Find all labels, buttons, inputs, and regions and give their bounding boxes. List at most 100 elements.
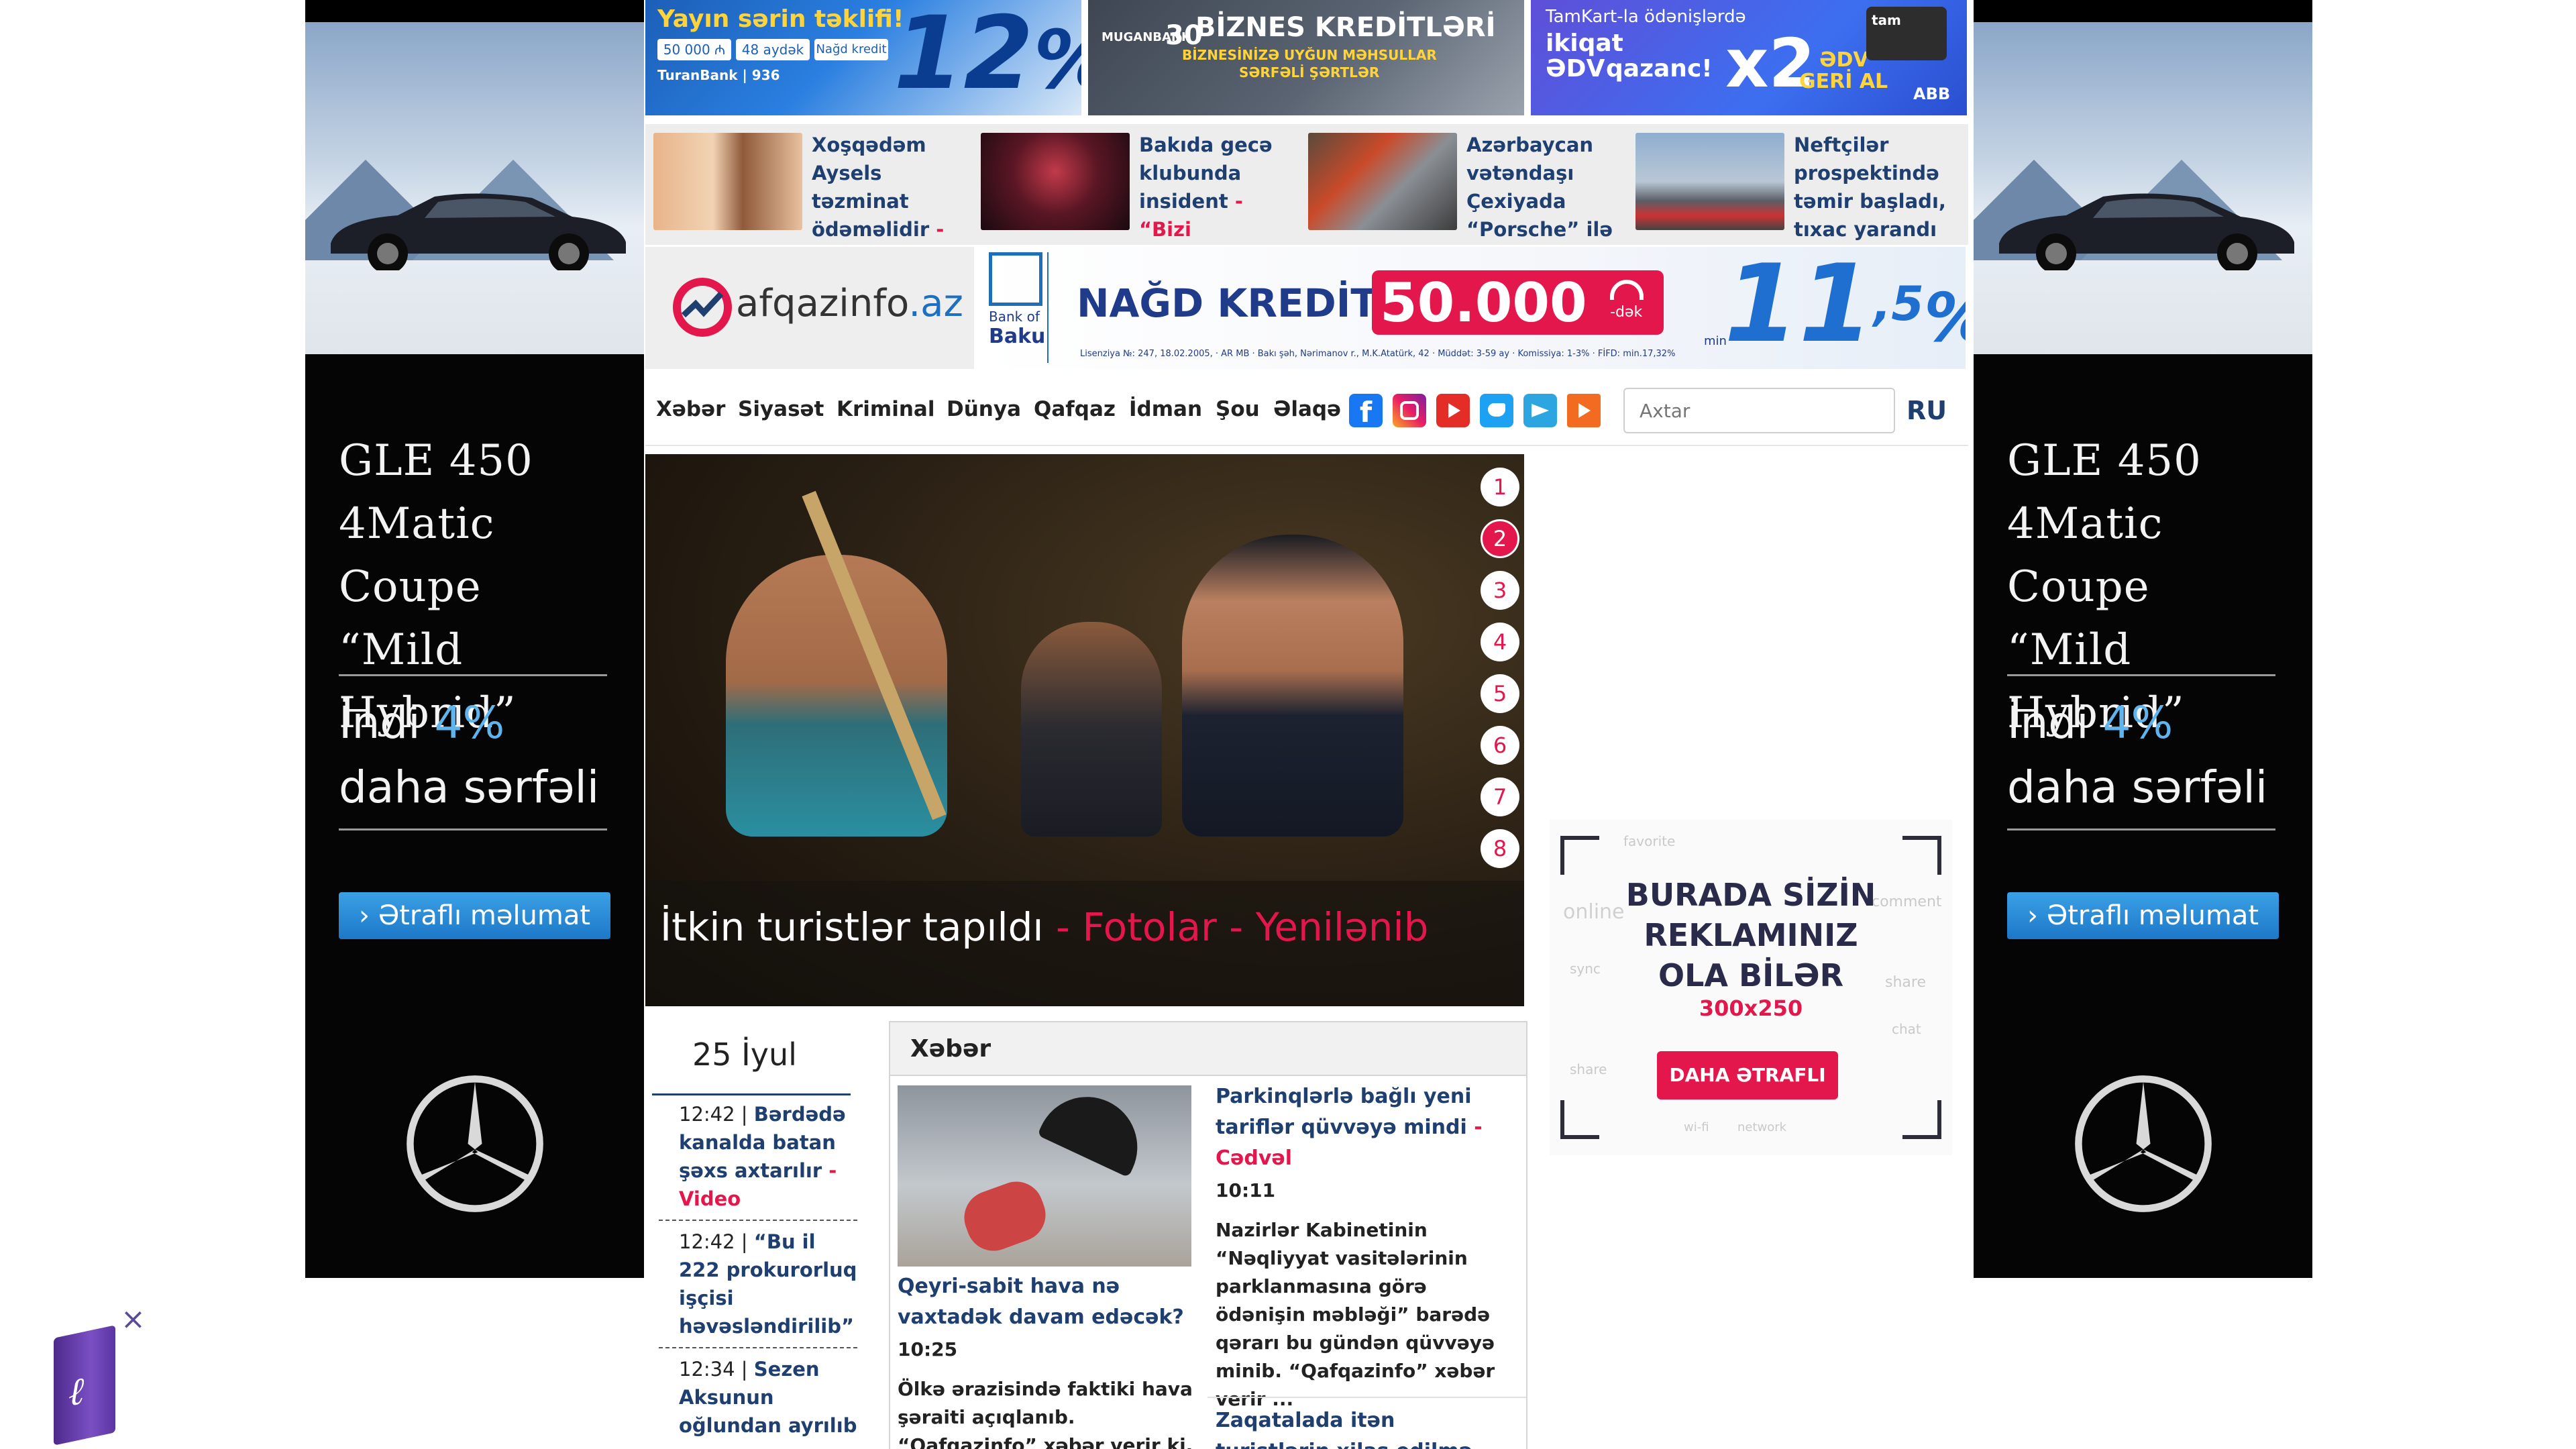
twitter-icon[interactable] — [1480, 394, 1513, 427]
nav-sou[interactable]: Şou — [1216, 397, 1260, 421]
headline-thumb — [1308, 133, 1457, 230]
banner-line1: TamKart-la ödənişlərdə — [1546, 7, 1746, 27]
slider-page-4[interactable]: 4 — [1481, 623, 1519, 661]
banner-months-badge: 48 aydək — [736, 39, 810, 60]
banner-big-number: 12% — [894, 0, 1081, 112]
bg-word: share — [1570, 1061, 1607, 1077]
bank-label: NAĞD KREDİT — [1077, 280, 1377, 326]
slider-photo-person-left — [726, 555, 947, 837]
skin-cta-button[interactable]: › Ətraflı məlumat — [339, 892, 610, 939]
nav-qafqaz[interactable]: Qafqaz — [1034, 397, 1116, 421]
nav-xeber[interactable]: Xəbər — [656, 397, 725, 421]
corner-bracket — [1902, 836, 1941, 875]
slider-page-6[interactable]: 6 — [1481, 726, 1519, 765]
featured-slider[interactable]: İtkin turistlər tapıldı - Fotolar - Yeni… — [645, 454, 1524, 1006]
news-time: 10:25 — [898, 1338, 958, 1360]
chevron-right-icon: › — [2027, 900, 2047, 931]
abb-banner[interactable]: TamKart-la ödənişlərdə ikiqat ƏDV qazanc… — [1531, 0, 1967, 115]
slider-page-1[interactable]: 1 — [1481, 468, 1519, 506]
feed-item[interactable]: 12:42 | Bərdədə kanalda batan şəxs axtar… — [679, 1100, 859, 1213]
headline-title: Xoşqədəm Aysels təzminat ödəməlidir — [812, 133, 930, 241]
facebook-icon[interactable]: f — [1349, 394, 1383, 429]
slider-page-7[interactable]: 7 — [1481, 777, 1519, 816]
skin-offer-text: İndi 4% daha sərfəli — [2007, 697, 2268, 813]
feed-date-underline — [652, 1093, 851, 1095]
slider-page-8[interactable]: 8 — [1481, 829, 1519, 868]
news-item-right[interactable]: Parkinqlərlə bağlı yeni tariflər qüvvəyə… — [1216, 1081, 1514, 1413]
speedometer-icon — [1610, 280, 1644, 300]
nav-kriminal[interactable]: Kriminal — [837, 397, 934, 421]
left-skin-ad[interactable]: GLE 450 4Matic Coupe “Mild Hybrid” İndi … — [305, 0, 644, 1278]
banner-back2: GERİ AL — [1799, 70, 1888, 93]
headline-thumb — [653, 133, 802, 230]
news-item-left[interactable]: Qeyri-sabit hava nə vaxtadək davam edəcə… — [898, 1271, 1206, 1449]
divider — [2007, 674, 2275, 676]
muganbank-banner[interactable]: MUGANBANK 30 BİZNES KREDİTLƏRİ BİZNESİNİ… — [1088, 0, 1524, 115]
divider — [339, 674, 607, 676]
telegram-icon[interactable] — [1523, 394, 1557, 427]
slider-page-5[interactable]: 5 — [1481, 674, 1519, 713]
chevron-right-icon: › — [359, 900, 378, 931]
news-item-right-2[interactable]: Zaqatalada itən turistlərin xilas edilmə… — [1216, 1405, 1514, 1449]
headline-title: Bakıda gecə klubunda insident — [1139, 133, 1273, 213]
car-image — [1999, 193, 2294, 270]
slider-caption[interactable]: İtkin turistlər tapıldı - Fotolar - Yeni… — [660, 897, 1428, 957]
slider-page-3[interactable]: 3 — [1481, 571, 1519, 610]
feed-item[interactable]: 12:42 | “Bu il 222 prokurorluq işçisi hə… — [679, 1228, 859, 1340]
video-icon[interactable] — [1567, 394, 1601, 427]
feed-date: 25 İyul — [692, 1036, 797, 1073]
nav-idman[interactable]: İdman — [1129, 397, 1202, 421]
news-time: 10:11 — [1216, 1179, 1276, 1201]
bg-word: network — [1737, 1120, 1787, 1134]
search-input[interactable] — [1623, 388, 1895, 433]
instagram-icon[interactable] — [1393, 394, 1426, 427]
youtube-icon[interactable] — [1436, 394, 1470, 427]
headline-title: Neftçilər prospektində təmir başladı, tı… — [1794, 133, 1946, 241]
divider — [339, 828, 607, 830]
right-skin-ad[interactable]: GLE 450 4Matic Coupe “Mild Hybrid” İndi … — [1974, 0, 2312, 1278]
banner-sub2: SƏRFƏLİ ŞƏRTLƏR — [1239, 64, 1380, 80]
skin-car-scene — [305, 22, 644, 354]
corner-bracket — [1560, 1100, 1599, 1139]
slider-photo-person-mid — [1021, 622, 1162, 837]
bank-of-baku-banner[interactable]: Bank of Baku NAĞD KREDİT 50.000 -dək Lis… — [979, 247, 1966, 369]
divider — [1208, 1397, 1526, 1398]
language-switch-ru[interactable]: RU — [1907, 396, 1947, 425]
car-image — [331, 193, 626, 270]
ad-cta-button[interactable]: DAHA ƏTRAFLI — [1657, 1051, 1838, 1099]
headline-thumb — [1635, 133, 1784, 230]
logo-q-icon — [673, 278, 732, 337]
ad-line2: REKLAMINIZ — [1644, 917, 1858, 953]
widget-book-icon: ℓ — [54, 1325, 115, 1446]
advertise-here-banner[interactable]: favorite online sync comment share chat … — [1550, 820, 1952, 1155]
widget-close-button[interactable]: × — [121, 1305, 146, 1334]
nav-dunya[interactable]: Dünya — [947, 397, 1021, 421]
turanbank-banner[interactable]: Yayın sərin təklifi! 50 000 ₼ 48 aydək N… — [645, 0, 1081, 115]
news-desc: Nazirlər Kabinetinin “Nəqliyyat vasitələ… — [1216, 1219, 1495, 1410]
bg-word: favorite — [1623, 833, 1676, 849]
banner-sub: BİZNESİNİZƏ UYĞUN MƏHSULLAR — [1182, 47, 1437, 63]
banner-headline: Yayın sərin təklifi! — [657, 5, 904, 33]
news-photo[interactable] — [898, 1085, 1191, 1267]
logo-area[interactable]: afqazinfo.az — [645, 247, 974, 369]
nav-elaqe[interactable]: Əlaqə — [1273, 397, 1341, 421]
skin-cta-button[interactable]: › Ətraflı məlumat — [2007, 892, 2279, 939]
bank-logo: Bank of Baku — [985, 252, 1049, 363]
slider-page-2[interactable]: 2 — [1481, 519, 1519, 558]
divider — [659, 1220, 857, 1221]
bg-word: wi-fi — [1684, 1120, 1709, 1134]
person-image — [957, 1174, 1053, 1258]
feed-item[interactable]: 12:34 | Sezen Aksunun oğlundan ayrılıb — [679, 1355, 859, 1440]
ad-line3: OLA BİLƏR — [1658, 957, 1843, 994]
news-title: Parkinqlərlə bağlı yeni tariflər qüvvəyə… — [1216, 1085, 1472, 1139]
nav-siyaset[interactable]: Siyasət — [738, 397, 824, 421]
banner-line4: qazanc! — [1606, 55, 1713, 83]
bank-rate: 11,5% — [1724, 247, 1966, 366]
card-image: tam — [1866, 7, 1947, 60]
corner-bracket — [1560, 836, 1599, 875]
floating-widget[interactable]: ℓ — [54, 1325, 117, 1446]
headline-title: Azərbaycan vətəndaşı Çexiyada “Porsche” … — [1466, 133, 1613, 241]
news-desc: Ölkə ərazisində faktiki hava şəraiti açı… — [898, 1378, 1193, 1449]
mercedes-star-logo — [407, 1075, 543, 1212]
news-title: Qeyri-sabit hava nə vaxtadək davam edəcə… — [898, 1275, 1184, 1329]
